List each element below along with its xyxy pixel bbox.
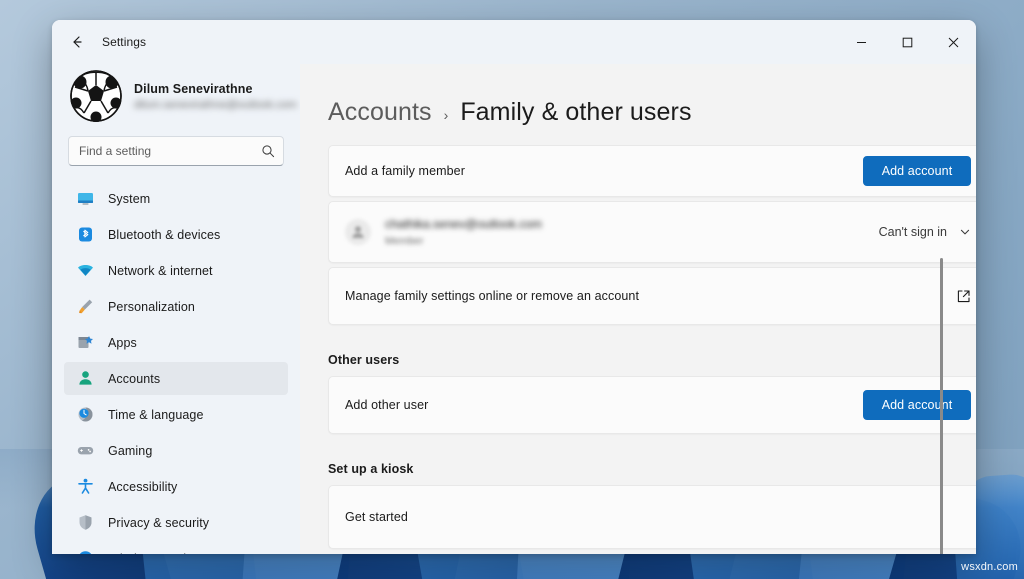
monitor-icon [76, 190, 94, 208]
sidebar-item-label: System [108, 192, 150, 206]
clock-globe-icon [76, 406, 94, 424]
sidebar-item-label: Time & language [108, 408, 204, 422]
manage-family-settings-row[interactable]: Manage family settings online or remove … [329, 268, 976, 324]
profile-text: Dilum Senevirathne dilum.senevirathne@ou… [134, 82, 282, 111]
window-title: Settings [102, 35, 146, 49]
breadcrumb-separator-icon: › [444, 107, 449, 123]
sidebar: Dilum Senevirathne dilum.senevirathne@ou… [52, 64, 300, 554]
sidebar-item-label: Personalization [108, 300, 195, 314]
apps-icon [76, 334, 94, 352]
family-member-card: chathika.senev@outlook.com Member Can't … [328, 201, 976, 263]
desktop-background: Settings [0, 0, 1024, 579]
bluetooth-icon [76, 226, 94, 244]
window-body: Dilum Senevirathne dilum.senevirathne@ou… [52, 64, 976, 554]
watermark: wsxdn.com [961, 561, 1018, 573]
title-bar: Settings [52, 20, 976, 64]
person-avatar-icon [345, 219, 371, 245]
sidebar-item-accessibility[interactable]: Accessibility [64, 470, 288, 503]
sidebar-item-time-language[interactable]: Time & language [64, 398, 288, 431]
maximize-button[interactable] [884, 20, 930, 64]
sidebar-item-personalization[interactable]: Personalization [64, 290, 288, 323]
update-icon [76, 550, 94, 555]
other-users-heading: Other users [328, 353, 976, 367]
family-member-row[interactable]: chathika.senev@outlook.com Member Can't … [329, 202, 976, 262]
settings-scroll-area: Add a family member Add account [328, 145, 976, 554]
search-icon [261, 144, 275, 158]
person-icon [76, 370, 94, 388]
minimize-button[interactable] [838, 20, 884, 64]
sidebar-item-bluetooth-devices[interactable]: Bluetooth & devices [64, 218, 288, 251]
add-family-member-label: Add a family member [345, 164, 863, 178]
main-content: Accounts › Family & other users Add a fa… [300, 64, 976, 554]
window-controls [838, 20, 976, 64]
breadcrumb-parent[interactable]: Accounts [328, 98, 432, 127]
gamepad-icon [76, 442, 94, 460]
add-other-user-add-account-button[interactable]: Add account [863, 390, 971, 420]
manage-family-settings-label: Manage family settings online or remove … [345, 289, 956, 303]
back-arrow-icon[interactable] [60, 27, 94, 57]
sidebar-item-label: Gaming [108, 444, 152, 458]
profile-block[interactable]: Dilum Senevirathne dilum.senevirathne@ou… [64, 64, 288, 136]
content-scrollbar[interactable] [936, 148, 946, 554]
close-button[interactable] [930, 20, 976, 64]
kiosk-card[interactable]: Get started [328, 485, 976, 549]
sidebar-item-label: Apps [108, 336, 137, 350]
add-family-member-card: Add a family member Add account [328, 145, 976, 197]
accessibility-icon [76, 478, 94, 496]
add-other-user-label: Add other user [345, 398, 863, 412]
family-member-role: Member [385, 235, 865, 247]
shield-icon [76, 514, 94, 532]
kiosk-get-started-label: Get started [345, 510, 971, 524]
manage-family-settings-card[interactable]: Manage family settings online or remove … [328, 267, 976, 325]
sidebar-item-label: Privacy & security [108, 516, 209, 530]
profile-email: dilum.senevirathne@outlook.com [134, 99, 282, 111]
kiosk-get-started-row[interactable]: Get started [329, 486, 976, 548]
paintbrush-icon [76, 298, 94, 316]
sidebar-item-label: Windows Update [108, 552, 204, 555]
search-box[interactable] [68, 136, 284, 166]
wifi-icon [76, 262, 94, 280]
sidebar-item-windows-update[interactable]: Windows Update [64, 542, 288, 554]
sidebar-item-apps[interactable]: Apps [64, 326, 288, 359]
sidebar-item-label: Network & internet [108, 264, 213, 278]
breadcrumb: Accounts › Family & other users [328, 64, 976, 145]
sidebar-item-gaming[interactable]: Gaming [64, 434, 288, 467]
add-family-member-add-account-button[interactable]: Add account [863, 156, 971, 186]
soccer-ball-avatar [70, 70, 122, 122]
sidebar-item-system[interactable]: System [64, 182, 288, 215]
sidebar-item-label: Bluetooth & devices [108, 228, 220, 242]
family-member-text: chathika.senev@outlook.com Member [385, 217, 865, 247]
sidebar-item-label: Accessibility [108, 480, 177, 494]
sidebar-item-accounts[interactable]: Accounts [64, 362, 288, 395]
sidebar-item-label: Accounts [108, 372, 160, 386]
profile-name: Dilum Senevirathne [134, 82, 282, 96]
external-link-icon [956, 289, 971, 304]
family-member-status-dropdown[interactable]: Can't sign in [879, 225, 971, 239]
sidebar-item-network-internet[interactable]: Network & internet [64, 254, 288, 287]
search-wrap [64, 136, 288, 180]
settings-window: Settings [52, 20, 976, 554]
family-member-email: chathika.senev@outlook.com [385, 217, 865, 231]
add-family-member-row: Add a family member Add account [329, 146, 976, 196]
content-scrollbar-thumb[interactable] [940, 258, 943, 554]
chevron-down-icon [959, 226, 971, 238]
sidebar-nav: System Bluetooth & devices [64, 180, 288, 554]
sidebar-item-privacy-security[interactable]: Privacy & security [64, 506, 288, 539]
add-other-user-card: Add other user Add account [328, 376, 976, 434]
kiosk-heading: Set up a kiosk [328, 462, 976, 476]
search-input[interactable] [79, 144, 261, 158]
add-other-user-row: Add other user Add account [329, 377, 976, 433]
page-title: Family & other users [460, 98, 691, 127]
